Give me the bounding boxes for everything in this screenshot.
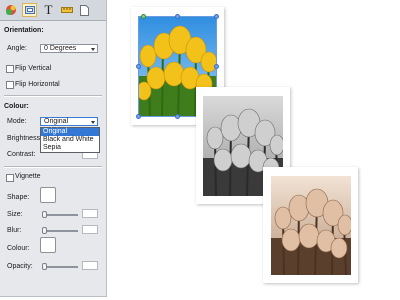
vignette-label: Vignette (15, 173, 41, 180)
panel-toolbar: T (0, 0, 106, 21)
opacity-slider[interactable] (42, 263, 78, 270)
rotate-handle[interactable] (141, 14, 146, 19)
frame-tool-button[interactable] (22, 3, 37, 17)
blur-slider-thumb[interactable] (42, 227, 47, 234)
resize-handle-bottom-left[interactable] (136, 114, 141, 119)
divider (4, 166, 102, 168)
frame-tool-icon (24, 6, 35, 14)
shape-label: Shape: (7, 194, 30, 201)
size-value-box[interactable] (82, 209, 98, 218)
flip-vertical-checkbox[interactable] (6, 65, 14, 73)
flip-horizontal-checkbox[interactable] (6, 81, 14, 89)
resize-handle-top-right[interactable] (214, 14, 219, 19)
resize-handle-top[interactable] (175, 14, 180, 19)
divider (4, 95, 102, 97)
mode-dropdown-list: Original Black and White Sepia (40, 127, 100, 153)
flip-vertical-label: Flip Vertical (15, 65, 52, 72)
vignette-colour-picker[interactable] (40, 237, 56, 253)
resize-handle-left[interactable] (136, 64, 141, 69)
text-tool-icon: T (44, 2, 53, 17)
opacity-value-box[interactable] (82, 261, 98, 270)
contrast-label: Contrast: (7, 151, 36, 158)
shape-picker[interactable] (40, 187, 56, 203)
blur-label: Blur: (7, 227, 22, 234)
mode-select[interactable]: Original (40, 117, 98, 126)
size-label: Size: (7, 211, 23, 218)
opacity-slider-thumb[interactable] (42, 263, 47, 270)
photo-sepia[interactable] (263, 167, 358, 283)
mode-value: Original (44, 118, 69, 125)
blur-value-box[interactable] (82, 225, 98, 234)
angle-value: 0 Degrees (44, 45, 77, 52)
vignette-checkbox[interactable] (6, 174, 14, 182)
blur-slider[interactable] (42, 227, 78, 234)
angle-label: Angle: (7, 45, 27, 52)
mode-option-original[interactable]: Original (41, 128, 99, 136)
resize-handle-bottom[interactable] (175, 114, 180, 119)
text-tool-button[interactable]: T (41, 2, 56, 17)
brightness-label: Brightness: (7, 135, 43, 142)
mode-option-black-and-white[interactable]: Black and White (41, 136, 99, 144)
page-tool-button[interactable] (77, 3, 92, 17)
mode-option-sepia[interactable]: Sepia (41, 144, 99, 152)
ruler-tool-icon (60, 7, 73, 13)
chevron-down-icon (91, 121, 95, 124)
tulip-image-sepia (271, 176, 351, 275)
size-slider-thumb[interactable] (42, 211, 47, 218)
chevron-down-icon (91, 48, 95, 51)
resize-handle-right[interactable] (214, 64, 219, 69)
opacity-label: Opacity: (7, 263, 33, 270)
colour-label: Colour: (7, 245, 30, 252)
effects-tool-icon (5, 5, 16, 15)
size-slider[interactable] (42, 211, 78, 218)
orientation-heading: Orientation: (4, 27, 44, 34)
flip-horizontal-label: Flip Horizontal (15, 81, 60, 88)
mode-label: Mode: (7, 118, 27, 125)
page-tool-icon (80, 4, 89, 16)
effects-tool-button[interactable] (3, 3, 18, 17)
colour-heading: Colour: (4, 103, 29, 110)
properties-panel: T Orientation: Angle: 0 Degrees Flip Ver… (0, 0, 107, 297)
ruler-tool-button[interactable] (59, 3, 74, 17)
angle-select[interactable]: 0 Degrees (40, 44, 98, 53)
